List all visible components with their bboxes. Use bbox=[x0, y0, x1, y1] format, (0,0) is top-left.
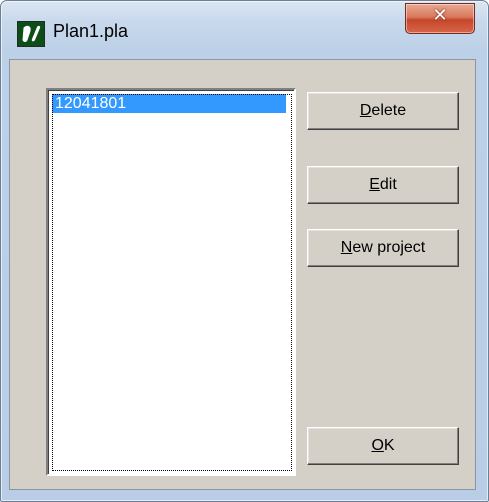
app-logo-icon bbox=[17, 21, 45, 47]
delete-mnemonic: D bbox=[359, 102, 372, 119]
ok-button[interactable]: OK bbox=[307, 427, 459, 465]
ok-mnemonic: O bbox=[371, 437, 384, 454]
delete-label: elete bbox=[371, 102, 407, 119]
edit-label: dit bbox=[379, 176, 397, 193]
title-bar[interactable]: Plan1.pla ✕ bbox=[1, 1, 488, 59]
close-button[interactable]: ✕ bbox=[405, 3, 475, 34]
focus-rectangle bbox=[52, 94, 292, 471]
dialog-window: Plan1.pla ✕ 12041801 Delete Edit New pro… bbox=[0, 0, 489, 502]
window-title: Plan1.pla bbox=[53, 21, 129, 41]
edit-button[interactable]: Edit bbox=[307, 166, 459, 204]
ok-label: K bbox=[383, 437, 395, 454]
new-project-label: ew project bbox=[352, 239, 426, 256]
close-icon: ✕ bbox=[432, 5, 448, 26]
edit-mnemonic: E bbox=[369, 176, 380, 193]
list-item[interactable]: 12041801 bbox=[52, 94, 286, 113]
project-listbox[interactable]: 12041801 bbox=[46, 88, 296, 476]
new-project-button[interactable]: New project bbox=[307, 229, 459, 267]
delete-button[interactable]: Delete bbox=[307, 92, 459, 130]
dialog-client-area: 12041801 Delete Edit New project OK bbox=[9, 59, 476, 490]
new-project-mnemonic: N bbox=[340, 239, 353, 256]
